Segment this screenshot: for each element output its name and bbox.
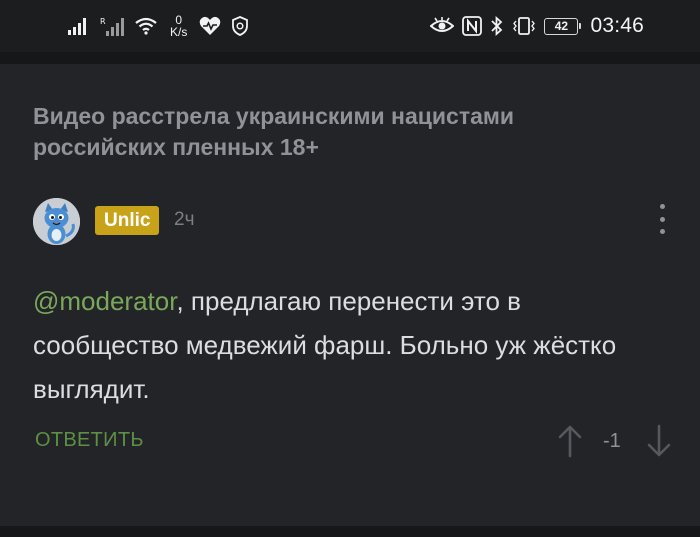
post-title[interactable]: Видео расстрела украинскими нацистами ро… bbox=[33, 101, 633, 163]
battery-icon: 42 bbox=[544, 17, 582, 35]
mention-link[interactable]: @moderator bbox=[33, 286, 176, 316]
vibrate-icon bbox=[512, 16, 536, 36]
battery-level: 42 bbox=[554, 19, 569, 33]
clock: 03:46 bbox=[590, 14, 644, 37]
comment-timestamp: 2ч bbox=[174, 209, 195, 230]
status-bar-right: 42 03:46 bbox=[430, 10, 644, 42]
network-speed: 0 K/s bbox=[170, 14, 187, 38]
more-dot bbox=[659, 204, 665, 209]
eye-icon bbox=[430, 17, 455, 35]
svg-text:R: R bbox=[100, 17, 106, 26]
bottom-divider bbox=[0, 526, 700, 537]
downvote-arrow-icon[interactable] bbox=[646, 424, 672, 458]
reply-button[interactable]: ОТВЕТИТЬ bbox=[35, 429, 144, 452]
status-bar: R 0 K/s 42 03:46 bbox=[0, 0, 700, 52]
comment-body: @moderator, предлагаю перенести это в со… bbox=[33, 279, 673, 411]
more-dot bbox=[659, 229, 665, 234]
avatar[interactable] bbox=[33, 198, 80, 245]
shield-icon bbox=[231, 16, 249, 36]
nfc-icon bbox=[462, 16, 483, 36]
username-badge[interactable]: Unlic bbox=[95, 206, 160, 235]
network-speed-unit: K/s bbox=[170, 25, 188, 39]
comment-header: Unlic 2ч bbox=[33, 198, 673, 246]
screen: R 0 K/s 42 03:46 Видео расстрела украинс… bbox=[0, 0, 700, 537]
more-dot bbox=[659, 216, 665, 222]
wifi-icon bbox=[134, 17, 158, 35]
more-options-icon[interactable] bbox=[655, 204, 669, 234]
status-bar-left: R 0 K/s bbox=[68, 10, 249, 42]
health-heart-icon bbox=[199, 16, 221, 36]
signal-roaming-icon: R bbox=[100, 16, 124, 36]
comment-rating: -1 bbox=[603, 430, 621, 452]
signal-icon bbox=[68, 17, 90, 35]
upvote-arrow-icon[interactable] bbox=[557, 424, 583, 458]
bluetooth-icon bbox=[490, 16, 504, 36]
section-divider bbox=[0, 52, 700, 64]
